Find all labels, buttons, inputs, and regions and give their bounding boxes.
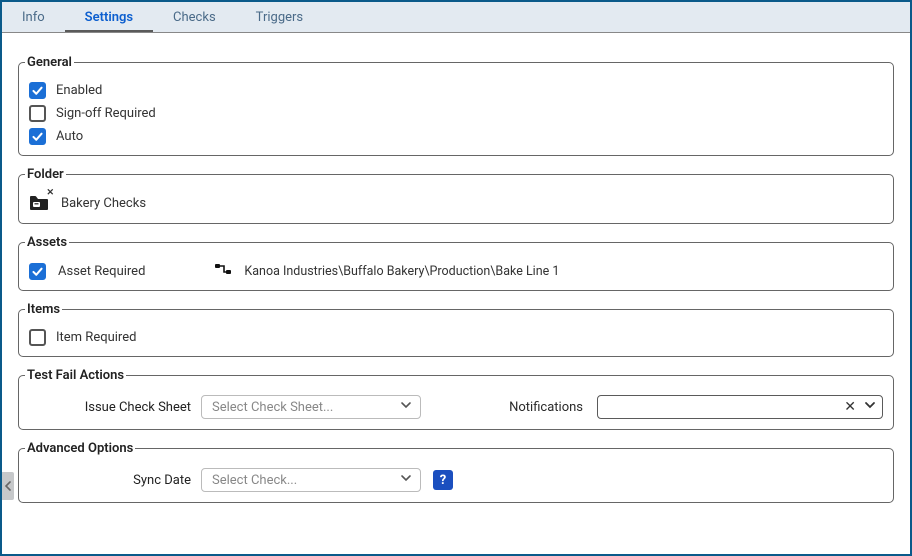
chevron-down-icon — [400, 399, 412, 415]
issue-check-sheet-select[interactable]: Select Check Sheet... — [201, 395, 421, 419]
folder-name: Bakery Checks — [61, 196, 146, 211]
tab-bar: Info Settings Checks Triggers — [2, 2, 910, 33]
advanced-options-section: Advanced Options Sync Date Select Check.… — [18, 441, 894, 503]
issue-check-sheet-placeholder: Select Check Sheet... — [212, 400, 333, 415]
enabled-checkbox[interactable] — [29, 82, 46, 99]
chevron-down-icon — [400, 472, 412, 488]
signoff-checkbox[interactable] — [29, 105, 46, 122]
tab-checks[interactable]: Checks — [153, 2, 236, 32]
auto-checkbox[interactable] — [29, 128, 46, 145]
signoff-label: Sign-off Required — [56, 106, 156, 121]
items-legend: Items — [25, 302, 62, 317]
issue-check-sheet-label: Issue Check Sheet — [29, 400, 191, 415]
tfa-legend: Test Fail Actions — [25, 368, 126, 383]
tab-triggers[interactable]: Triggers — [236, 2, 323, 32]
test-fail-actions-section: Test Fail Actions Issue Check Sheet Sele… — [18, 368, 894, 430]
settings-content: General Enabled Sign-off Required Auto F… — [2, 33, 910, 519]
expand-panel-handle[interactable] — [2, 472, 14, 500]
item-required-checkbox[interactable] — [29, 329, 46, 346]
general-section: General Enabled Sign-off Required Auto — [18, 55, 894, 156]
sync-date-placeholder: Select Check... — [212, 473, 297, 488]
asset-tree-icon[interactable] — [214, 262, 232, 280]
tab-info[interactable]: Info — [2, 2, 65, 32]
general-legend: General — [25, 55, 74, 70]
sync-date-label: Sync Date — [29, 473, 191, 488]
folder-section: Folder ✕ Bakery Checks — [18, 167, 894, 224]
asset-path: Kanoa Industries\Buffalo Bakery\Producti… — [244, 264, 559, 279]
sync-date-select[interactable]: Select Check... — [201, 468, 421, 492]
enabled-label: Enabled — [56, 83, 102, 98]
items-section: Items Item Required — [18, 302, 894, 357]
assets-legend: Assets — [25, 235, 69, 250]
help-button[interactable]: ? — [433, 470, 453, 490]
auto-label: Auto — [56, 129, 83, 144]
asset-required-label: Asset Required — [58, 264, 145, 279]
item-required-label: Item Required — [56, 330, 136, 345]
folder-clear-icon[interactable]: ✕ — [46, 188, 54, 198]
asset-required-checkbox[interactable] — [29, 263, 46, 280]
assets-section: Assets Asset Required Kanoa Industries\B… — [18, 235, 894, 291]
advanced-legend: Advanced Options — [25, 441, 135, 456]
folder-legend: Folder — [25, 167, 66, 182]
folder-icon[interactable]: ✕ — [29, 195, 49, 211]
tab-settings[interactable]: Settings — [65, 2, 153, 32]
clear-icon[interactable]: ✕ — [844, 400, 856, 414]
notifications-combo[interactable]: ✕ — [597, 395, 883, 419]
notifications-label: Notifications — [488, 400, 583, 415]
chevron-down-icon — [864, 399, 876, 415]
